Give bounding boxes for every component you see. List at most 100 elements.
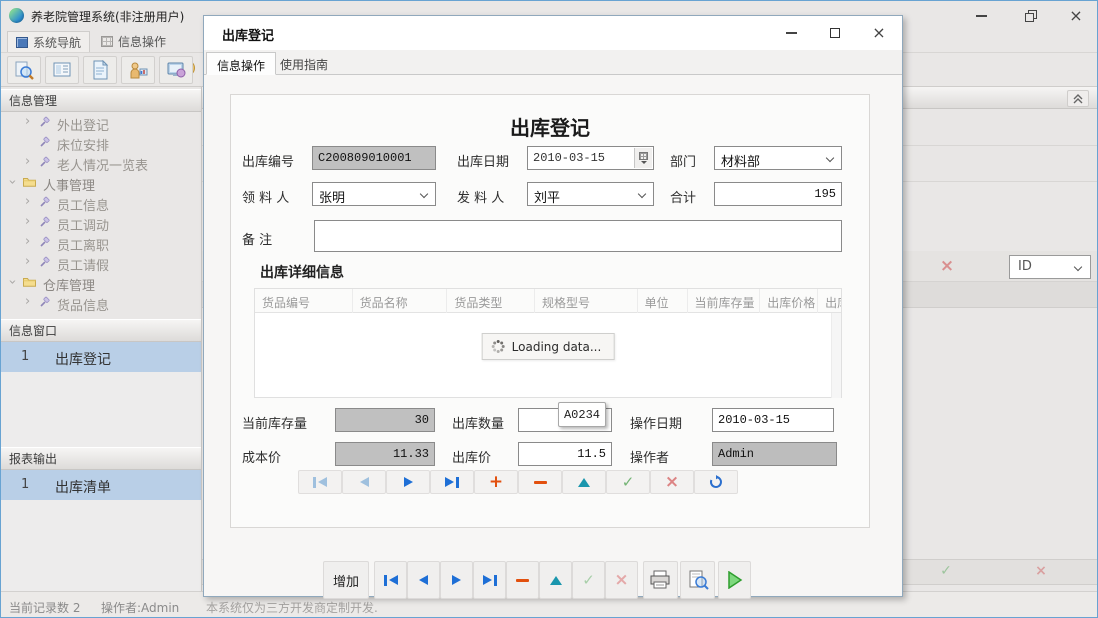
section-report-output[interactable]: 报表输出 <box>1 447 201 470</box>
play-icon <box>727 571 743 589</box>
toolbar-delete-button[interactable] <box>506 561 539 599</box>
minimize-button[interactable] <box>964 5 998 27</box>
close-button[interactable]: × <box>1059 5 1093 27</box>
toolbar-prior-button[interactable] <box>407 561 440 599</box>
opdate-input[interactable] <box>712 408 834 432</box>
run-button[interactable] <box>718 561 751 599</box>
date-field[interactable]: 2010-03-15 <box>527 146 654 170</box>
tree-folder-hr-management[interactable]: › 人事管理 <box>1 173 201 193</box>
price-input[interactable] <box>518 442 612 466</box>
list-item-outbound-register[interactable]: 1 出库登记 <box>1 342 201 372</box>
section-info-management[interactable]: 信息管理 <box>1 89 201 112</box>
dialog-close-button[interactable]: × <box>864 22 894 44</box>
tab-info-operation[interactable]: 信息操作 <box>206 52 276 75</box>
print-preview-button[interactable] <box>680 561 715 599</box>
dept-dropdown[interactable]: 材料部 <box>714 146 842 170</box>
tab-user-guide[interactable]: 使用指南 <box>270 52 338 75</box>
nav-edit-button[interactable] <box>562 470 606 494</box>
date-picker-button[interactable] <box>634 148 652 168</box>
id-dropdown-value: ID <box>1018 259 1032 274</box>
receiver-label: 领 料 人 <box>242 187 289 206</box>
search-icon <box>14 60 34 80</box>
tree-item-employee-transfer[interactable]: › 员工调动 <box>1 213 201 233</box>
dialog-minimize-button[interactable] <box>776 22 806 44</box>
col-unit[interactable]: 单位 <box>638 289 688 313</box>
add-button[interactable]: 增加 <box>323 561 369 599</box>
remark-input[interactable] <box>314 220 842 252</box>
tree-item-elder-overview[interactable]: › 老人情况一览表 <box>1 153 201 173</box>
nav-last-button[interactable] <box>430 470 474 494</box>
toolbar-last-button[interactable] <box>473 561 506 599</box>
confirm-icon[interactable]: ✓ <box>911 563 981 583</box>
nav-insert-button[interactable]: + <box>474 470 518 494</box>
document-button[interactable] <box>83 56 117 84</box>
col-outbound-price[interactable]: 出库价格 <box>760 289 818 313</box>
issuer-dropdown[interactable]: 刘平 <box>527 182 654 206</box>
tab-info-operation[interactable]: 信息操作 <box>93 31 174 52</box>
tree-item-employee-info[interactable]: › 员工信息 <box>1 193 201 213</box>
toolbar-first-button[interactable] <box>374 561 407 599</box>
toolbar-post-button[interactable]: ✓ <box>572 561 605 599</box>
search-button[interactable] <box>7 56 41 84</box>
tab-system-nav[interactable]: 系统导航 <box>7 31 90 52</box>
col-goods-type[interactable]: 货品类型 <box>447 289 535 313</box>
receiver-dropdown[interactable]: 张明 <box>312 182 436 206</box>
tree-item-employee-resign[interactable]: › 员工离职 <box>1 233 201 253</box>
toolbar-next-button[interactable] <box>440 561 473 599</box>
chevron-right-icon: › <box>25 155 30 169</box>
nav-next-button[interactable] <box>386 470 430 494</box>
dialog-titlebar: 出库登记 × <box>204 16 902 50</box>
nav-first-button[interactable] <box>298 470 342 494</box>
prior-icon <box>419 575 428 585</box>
tree-item-employee-leave[interactable]: › 员工请假 <box>1 253 201 273</box>
tree-folder-warehouse-management[interactable]: › 仓库管理 <box>1 273 201 293</box>
restore-button[interactable] <box>1014 5 1048 27</box>
nav-post-button[interactable]: ✓ <box>606 470 650 494</box>
list-item-index: 1 <box>21 349 29 364</box>
col-outbound-qty[interactable]: 出库 <box>818 289 841 313</box>
operator-status: 操作者:Admin <box>101 599 179 616</box>
hammer-icon <box>39 116 51 131</box>
folder-icon <box>23 276 36 290</box>
nav-delete-button[interactable] <box>518 470 562 494</box>
tree-item-bed-arrangement[interactable]: 床位安排 <box>1 133 201 153</box>
list-item-index: 1 <box>21 477 29 492</box>
detail-grid[interactable]: 货品编号 货品名称 货品类型 规格型号 单位 当前库存量 出库价格 出库 Loa… <box>254 288 842 398</box>
tree-item-goods-info[interactable]: › 货品信息 <box>1 293 201 313</box>
nav-prior-button[interactable] <box>342 470 386 494</box>
tab-label: 系统导航 <box>33 34 81 51</box>
outbound-register-dialog: 出库登记 × 信息操作 使用指南 出库登记 出库编号 C200809010001… <box>203 15 903 597</box>
col-goods-code[interactable]: 货品编号 <box>255 289 353 313</box>
total-field[interactable]: 195 <box>714 182 842 206</box>
staff-button[interactable] <box>121 56 155 84</box>
chevron-down-icon <box>638 190 646 198</box>
nav-refresh-button[interactable] <box>694 470 738 494</box>
dept-label: 部门 <box>670 151 696 170</box>
chevron-right-icon: › <box>25 235 30 249</box>
x-icon: × <box>665 475 679 490</box>
cancel-icon[interactable]: × <box>1006 563 1076 583</box>
list-item-outbound-list[interactable]: 1 出库清单 <box>1 470 201 500</box>
nav-cancel-button[interactable]: × <box>650 470 694 494</box>
record-count: 当前记录数 2 <box>9 599 80 616</box>
hammer-icon <box>39 136 51 151</box>
toolbar-cancel-button[interactable]: × <box>605 561 638 599</box>
app-logo-icon <box>9 8 24 23</box>
sidebar: 信息管理 › 外出登记 床位安排 › 老人情况一览表 › 人事管理 › 员工信息… <box>1 87 202 591</box>
id-field-dropdown[interactable]: ID <box>1009 255 1091 279</box>
detail-view-button[interactable] <box>45 56 79 84</box>
dialog-maximize-button[interactable] <box>820 22 850 44</box>
print-button[interactable] <box>643 561 678 599</box>
grid-scrollbar[interactable] <box>831 313 841 398</box>
section-info-windows[interactable]: 信息窗口 <box>1 319 201 342</box>
clear-filter-icon[interactable]: × <box>934 253 960 279</box>
monitor-button[interactable] <box>159 56 193 84</box>
tree-item-outing-register[interactable]: › 外出登记 <box>1 113 201 133</box>
col-goods-name[interactable]: 货品名称 <box>353 289 448 313</box>
chevron-down-icon <box>420 190 428 198</box>
dept-value: 材料部 <box>721 155 760 170</box>
toolbar-edit-button[interactable] <box>539 561 572 599</box>
col-spec-model[interactable]: 规格型号 <box>535 289 638 313</box>
col-current-stock[interactable]: 当前库存量 <box>688 289 761 313</box>
collapse-panel-button[interactable] <box>1067 90 1089 107</box>
